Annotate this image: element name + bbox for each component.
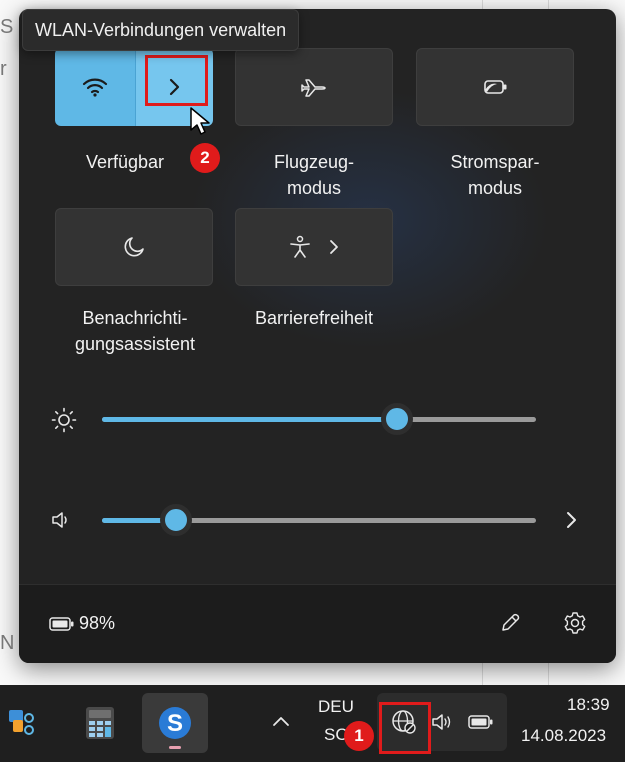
focus-assist-tile[interactable] xyxy=(55,208,213,286)
quick-settings-panel: Verfügbar 2 Flugzeug- modus Stromspar- m… xyxy=(19,9,616,663)
wifi-toggle-button[interactable] xyxy=(55,48,135,126)
clock-time[interactable]: 18:39 xyxy=(567,695,610,715)
battery-percentage: 98% xyxy=(79,613,116,633)
svg-text:S: S xyxy=(167,710,183,737)
battery-icon xyxy=(49,617,74,631)
pencil-icon[interactable] xyxy=(499,612,521,634)
battery-saver-icon xyxy=(484,80,507,94)
speaker-icon xyxy=(52,512,67,528)
battery-saver-label: Stromspar- modus xyxy=(450,152,540,198)
highlight-box xyxy=(145,55,208,106)
language-indicator[interactable]: DEU xyxy=(318,697,354,717)
step-badge-1: 1 xyxy=(344,721,374,751)
step-badge-2: 2 xyxy=(190,143,220,173)
battery-saver-tile[interactable] xyxy=(416,48,574,126)
chevron-right-icon xyxy=(330,240,338,254)
clock-date[interactable]: 14.08.2023 xyxy=(521,726,606,746)
tooltip: WLAN-Verbindungen verwalten xyxy=(22,9,300,51)
taskbar-app-skype[interactable]: S xyxy=(142,693,208,753)
accessibility-tile[interactable] xyxy=(235,208,393,286)
speaker-icon[interactable] xyxy=(431,712,455,732)
quick-settings-footer: 98% xyxy=(19,584,616,663)
wifi-icon xyxy=(82,78,107,97)
airplane-mode-label: Flugzeug- modus xyxy=(273,152,355,198)
gear-icon[interactable] xyxy=(563,611,587,635)
taskbar-app-snipping-tool[interactable] xyxy=(2,697,42,749)
highlight-box xyxy=(379,702,431,754)
taskbar-app-calculator[interactable] xyxy=(74,697,126,749)
brightness-slider-thumb[interactable] xyxy=(381,403,414,435)
snipping-tool-icon xyxy=(9,710,34,735)
brightness-icon xyxy=(51,407,77,433)
calculator-icon xyxy=(86,707,114,739)
accessibility-icon xyxy=(290,235,310,258)
airplane-mode-tile[interactable] xyxy=(235,48,393,126)
battery-icon[interactable] xyxy=(468,715,494,729)
volume-slider-thumb[interactable] xyxy=(159,504,192,536)
focus-assist-label: Benachrichti- gungsassistent xyxy=(74,308,196,354)
accessibility-label: Barrierefreiheit xyxy=(254,308,374,328)
airplane-icon xyxy=(301,79,326,97)
chevron-up-icon[interactable] xyxy=(272,715,290,727)
volume-output-chevron-icon[interactable] xyxy=(565,511,577,529)
taskbar: S DEU SC 1 18:39 14.08.2023 xyxy=(0,685,625,762)
mouse-cursor-icon xyxy=(190,107,210,135)
moon-icon xyxy=(124,237,144,257)
skype-icon: S xyxy=(159,707,191,739)
wifi-label: Verfügbar xyxy=(85,152,165,172)
